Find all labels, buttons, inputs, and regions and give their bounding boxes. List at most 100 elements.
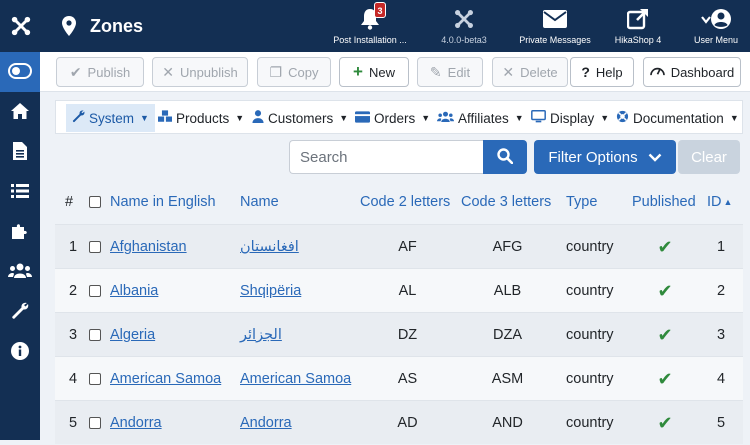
col-num: # xyxy=(65,194,74,210)
col-code3[interactable]: Code 3 letters xyxy=(461,180,551,224)
menu-system-label: System xyxy=(89,110,135,126)
table-row: 5 Andorra Andorra AD AND country ✔ 5 xyxy=(55,400,743,444)
users-icon xyxy=(437,111,454,126)
zone-name-english-link[interactable]: Algeria xyxy=(110,327,155,343)
info-icon xyxy=(11,341,29,363)
delete-button[interactable]: ✕ Delete xyxy=(492,57,568,87)
col-id[interactable]: ID ▲ xyxy=(707,180,732,224)
edit-button[interactable]: ✎ Edit xyxy=(417,57,483,87)
caret-down-icon: ▼ xyxy=(600,113,610,123)
search-button[interactable] xyxy=(483,140,527,174)
select-all-checkbox[interactable] xyxy=(89,196,101,208)
sidebar-item-components[interactable] xyxy=(0,212,40,252)
user-menu-label: User Menu xyxy=(693,35,738,45)
toolbar: ✔ Publish ✕ Unpublish ❐ Copy + New ✎ Edi… xyxy=(40,52,750,92)
zone-name-link[interactable]: Andorra xyxy=(240,415,292,431)
zone-name-link[interactable]: American Samoa xyxy=(240,371,351,387)
filter-options-button[interactable]: Filter Options xyxy=(534,140,676,174)
publish-label: Publish xyxy=(87,64,131,80)
row-select[interactable] xyxy=(89,225,101,269)
col-code2[interactable]: Code 2 letters xyxy=(360,180,450,224)
private-messages[interactable]: Private Messages xyxy=(515,6,595,45)
zone-name-link[interactable]: افغانستان xyxy=(240,239,299,255)
help-button[interactable]: ? Help xyxy=(570,57,634,87)
sidebar-item-users[interactable] xyxy=(0,252,40,292)
row-checkbox[interactable] xyxy=(89,373,101,385)
filter-options-label: Filter Options xyxy=(548,148,638,166)
sidebar xyxy=(0,52,40,440)
row-checkbox[interactable] xyxy=(89,329,101,341)
row-select[interactable] xyxy=(89,313,101,357)
zone-name-english-link[interactable]: American Samoa xyxy=(110,371,221,387)
unpublish-button[interactable]: ✕ Unpublish xyxy=(152,57,248,87)
type-cell: country xyxy=(566,415,614,431)
zone-name-link[interactable]: Shqipëria xyxy=(240,283,301,299)
zone-name-english-link[interactable]: Afghanistan xyxy=(110,239,187,255)
menu-products[interactable]: Products ▼ xyxy=(152,104,250,132)
copy-icon: ❐ xyxy=(269,63,283,80)
sidebar-toggle[interactable] xyxy=(0,52,40,92)
col-name-english[interactable]: Name in English xyxy=(110,180,216,224)
type-cell: country xyxy=(566,327,614,343)
clear-button[interactable]: Clear xyxy=(678,140,740,174)
check-icon: ✔ xyxy=(657,280,673,301)
code2-cell: AS xyxy=(397,371,418,387)
sidebar-item-help[interactable] xyxy=(0,332,40,372)
row-checkbox[interactable] xyxy=(89,285,101,297)
sidebar-item-system[interactable] xyxy=(0,292,40,332)
publish-button[interactable]: ✔ Publish xyxy=(56,57,144,87)
sidebar-item-home[interactable] xyxy=(0,92,40,132)
copy-button[interactable]: ❐ Copy xyxy=(257,57,331,87)
credit-card-icon xyxy=(355,110,370,126)
row-checkbox[interactable] xyxy=(89,241,101,253)
sidebar-item-content[interactable] xyxy=(0,132,40,172)
search-input[interactable] xyxy=(289,140,483,174)
home-icon xyxy=(10,102,30,123)
menu-customers-label: Customers xyxy=(268,110,334,126)
menu-affiliates[interactable]: Affiliates ▼ xyxy=(431,104,530,132)
published-toggle[interactable]: ✔ xyxy=(645,401,685,445)
post-installation-messages[interactable]: 3 Post Installation ... xyxy=(330,2,410,45)
new-button[interactable]: + New xyxy=(339,57,409,87)
private-messages-label: Private Messages xyxy=(519,35,591,45)
published-toggle[interactable]: ✔ xyxy=(645,225,685,269)
row-checkbox[interactable] xyxy=(89,417,101,429)
row-num: 1 xyxy=(69,239,78,255)
zone-name-link[interactable]: الجزائر xyxy=(240,327,282,343)
desktop-icon xyxy=(531,110,546,126)
sidebar-item-menus[interactable] xyxy=(0,172,40,212)
check-icon: ✔ xyxy=(657,368,673,389)
code3-cell: AFG xyxy=(492,239,523,255)
user-icon xyxy=(252,110,264,126)
row-num: 5 xyxy=(69,415,78,431)
joomla-version[interactable]: 4.0.0-beta3 xyxy=(432,6,496,45)
unpublish-label: Unpublish xyxy=(179,64,238,80)
row-select[interactable] xyxy=(89,269,101,313)
dashboard-button[interactable]: Dashboard xyxy=(643,57,741,87)
zone-name-english-link[interactable]: Andorra xyxy=(110,415,162,431)
col-type[interactable]: Type xyxy=(566,180,597,224)
menu-orders[interactable]: Orders ▼ xyxy=(349,104,436,132)
cubes-icon xyxy=(158,110,172,126)
published-toggle[interactable]: ✔ xyxy=(645,357,685,401)
published-toggle[interactable]: ✔ xyxy=(645,313,685,357)
user-menu[interactable]: User Menu xyxy=(688,6,744,45)
zone-name-english-link[interactable]: Albania xyxy=(110,283,158,299)
id-cell: 4 xyxy=(716,371,726,387)
question-icon: ? xyxy=(581,64,590,80)
col-published[interactable]: Published xyxy=(632,180,696,224)
row-select[interactable] xyxy=(89,357,101,401)
menu-display[interactable]: Display ▼ xyxy=(525,104,615,132)
toggle-icon xyxy=(8,62,32,82)
table-row: 1 Afghanistan افغانستان AF AFG country ✔… xyxy=(55,224,743,268)
menu-customers[interactable]: Customers ▼ xyxy=(246,104,354,132)
menu-documentation[interactable]: Documentation ▼ xyxy=(610,104,745,132)
joomla-logo-icon[interactable] xyxy=(0,0,42,52)
dashboard-label: Dashboard xyxy=(670,64,735,80)
menu-system[interactable]: System ▼ xyxy=(66,104,155,132)
select-all-cell[interactable] xyxy=(89,180,101,224)
hikashop-link[interactable]: HikaShop 4 xyxy=(608,6,668,45)
row-select[interactable] xyxy=(89,401,101,445)
published-toggle[interactable]: ✔ xyxy=(645,269,685,313)
col-name[interactable]: Name xyxy=(240,180,279,224)
